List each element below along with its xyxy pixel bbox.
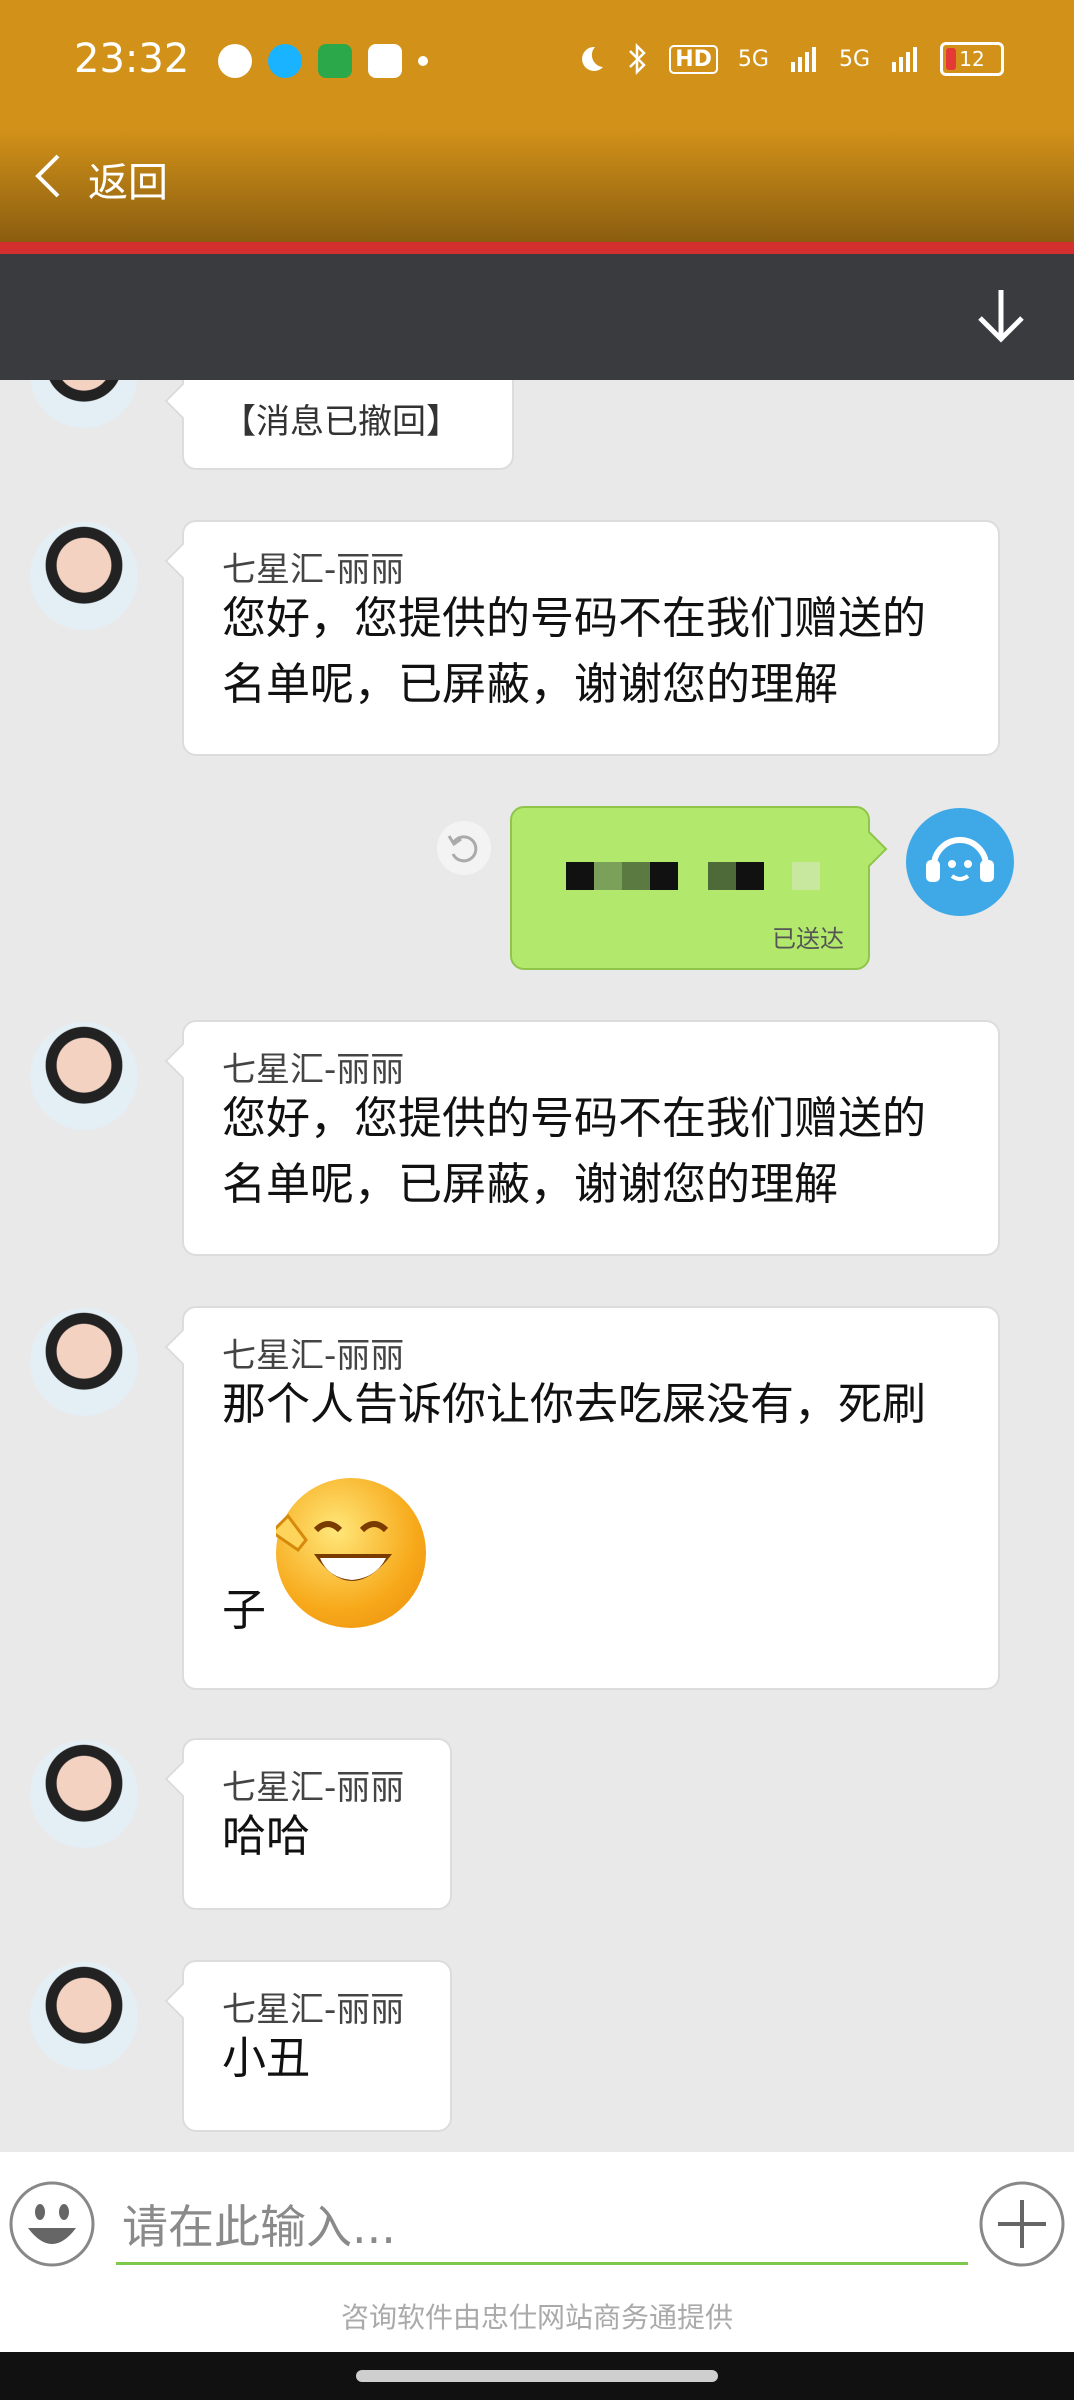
signal-icon-1 xyxy=(790,47,816,72)
home-indicator[interactable] xyxy=(356,2370,718,2382)
system-nav-bar xyxy=(0,2352,1074,2400)
message-bubble: 七星汇-丽丽 您好，您提供的号码不在我们赠送的 名单呢，已屏蔽，谢谢您的理解 xyxy=(182,520,1000,756)
status-bar: 23:32 HD 5G 5G 12 xyxy=(0,0,1074,130)
redacted-block xyxy=(650,862,678,890)
battery-icon: 12 xyxy=(940,42,1004,76)
sender-name: 七星汇-丽丽 xyxy=(222,1050,405,1090)
back-label: 返回 xyxy=(88,160,168,206)
headset-icon xyxy=(926,837,994,882)
redacted-block xyxy=(566,862,594,890)
redacted-block xyxy=(622,862,650,890)
qq-icon xyxy=(268,44,302,78)
message-text-line: 名单呢，已屏蔽，谢谢您的理解 xyxy=(222,1159,838,1210)
recalled-message-bubble: 【消息已撤回】 xyxy=(182,380,514,470)
signal-icon-2 xyxy=(892,47,917,72)
message-text-line: 名单呢，已屏蔽，谢谢您的理解 xyxy=(222,659,838,710)
message-text-line: 您好，您提供的号码不在我们赠送的 xyxy=(222,593,926,644)
agent-avatar xyxy=(30,522,138,630)
moon-icon xyxy=(582,46,604,71)
status-app-icons xyxy=(218,44,428,78)
message-text-line: 子 xyxy=(222,1585,266,1636)
back-arrow-icon xyxy=(35,154,60,198)
sender-name: 七星汇-丽丽 xyxy=(222,1990,405,2030)
message-bubble: 七星汇-丽丽 哈哈 xyxy=(182,1738,452,1910)
message-text: 哈哈 xyxy=(222,1811,310,1862)
sender-name: 七星汇-丽丽 xyxy=(222,1768,405,1808)
hd-indicator: HD xyxy=(669,44,718,74)
scroll-down-icon[interactable] xyxy=(966,282,1036,352)
user-avatar xyxy=(906,808,1014,916)
bluetooth-icon xyxy=(629,42,646,76)
more-notifications-dot-icon xyxy=(418,56,428,66)
chat-messages[interactable]: 【消息已撤回】 七星汇-丽丽 您好，您提供的号码不在我们赠送的 名单呢，已屏蔽，… xyxy=(0,380,1074,2152)
battery-level: 12 xyxy=(959,47,985,71)
agent-avatar xyxy=(30,1962,138,2070)
redacted-block xyxy=(736,862,764,890)
delivery-status: 已送达 xyxy=(772,925,844,953)
agent-avatar xyxy=(30,1740,138,1848)
emoji-button-icon[interactable] xyxy=(8,2180,96,2268)
powered-by-note: 咨询软件由忠仕网站商务通提供 xyxy=(340,2301,733,2334)
message-text: 小丑 xyxy=(222,2033,310,2084)
message-bubble: 七星汇-丽丽 那个人告诉你让你去吃屎没有，死刷 子 xyxy=(182,1306,1000,1690)
sent-message-bubble: 已送达 xyxy=(510,806,870,970)
message-app-icon xyxy=(368,44,402,78)
status-time: 23:32 xyxy=(74,36,190,82)
message-text-line: 您好，您提供的号码不在我们赠送的 xyxy=(222,1093,926,1144)
redacted-block xyxy=(594,862,622,890)
shield-icon xyxy=(318,44,352,78)
recalled-message-text: 【消息已撤回】 xyxy=(222,402,460,442)
wechat-icon xyxy=(218,44,252,78)
redacted-block xyxy=(792,862,820,890)
chat-toolbar xyxy=(0,254,1074,380)
message-text-line: 那个人告诉你让你去吃屎没有，死刷 xyxy=(222,1379,926,1430)
agent-avatar xyxy=(30,380,138,428)
redacted-block xyxy=(708,862,736,890)
sender-name: 七星汇-丽丽 xyxy=(222,1336,405,1376)
message-input[interactable] xyxy=(116,2192,968,2265)
back-button[interactable]: 返回 xyxy=(0,130,200,242)
sender-name: 七星汇-丽丽 xyxy=(222,550,405,590)
resend-icon[interactable] xyxy=(436,820,492,876)
grinning-victory-emoji-icon xyxy=(276,1478,426,1628)
agent-avatar xyxy=(30,1308,138,1416)
status-indicators: HD 5G 5G 12 xyxy=(575,42,1004,76)
plus-button-icon[interactable] xyxy=(978,2180,1066,2268)
header-divider xyxy=(0,242,1074,254)
network-5g-2: 5G xyxy=(838,46,870,72)
input-area: 咨询软件由忠仕网站商务通提供 xyxy=(0,2152,1074,2352)
message-bubble: 七星汇-丽丽 您好，您提供的号码不在我们赠送的 名单呢，已屏蔽，谢谢您的理解 xyxy=(182,1020,1000,1256)
header: 返回 xyxy=(0,130,1074,242)
message-bubble: 七星汇-丽丽 小丑 xyxy=(182,1960,452,2132)
network-5g-1: 5G xyxy=(737,46,769,72)
agent-avatar xyxy=(30,1022,138,1130)
